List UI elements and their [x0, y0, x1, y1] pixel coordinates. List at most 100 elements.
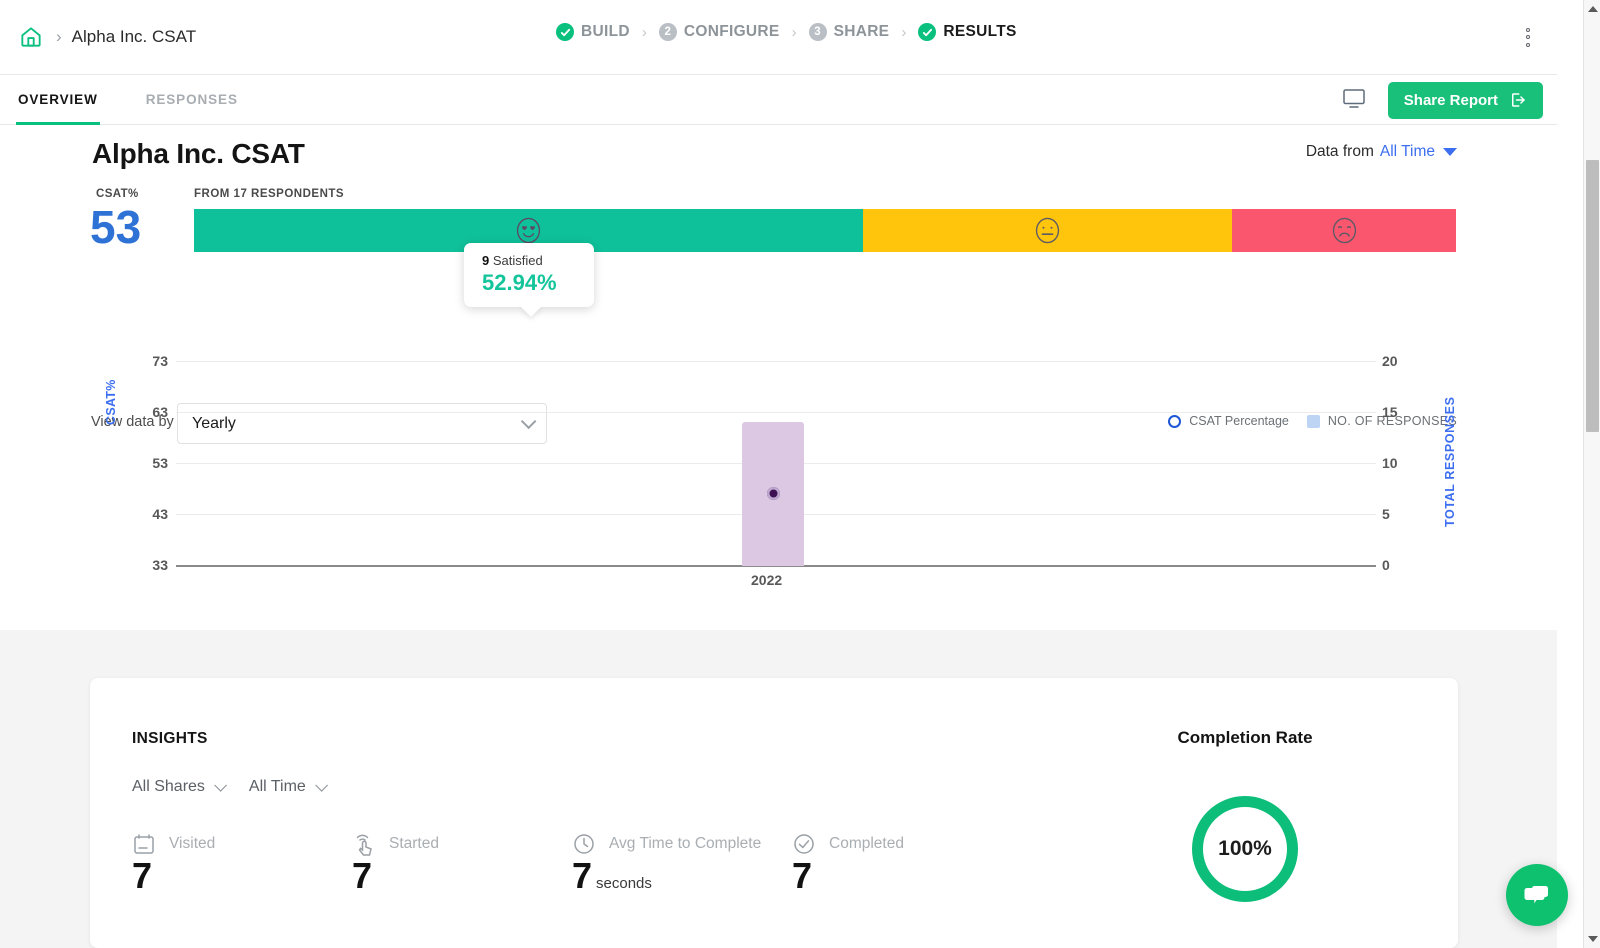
metric-value: 7 seconds [572, 856, 792, 896]
data-from-value: All Time [1379, 143, 1435, 160]
csat-chart: 73 63 53 43 33 20 15 10 5 0 2022 [0, 330, 1557, 605]
share-report-label: Share Report [1403, 91, 1498, 109]
insights-title: INSIGHTS [132, 730, 208, 747]
heart-eyes-smiley-icon [516, 217, 541, 244]
tooltip-count-label: 9 Satisfied [482, 253, 594, 268]
metric-value: 7 [132, 855, 153, 896]
step-number-badge: 3 [808, 23, 827, 41]
completion-rate-title: Completion Rate [1177, 728, 1313, 747]
data-from-prefix: Data from [1305, 143, 1374, 160]
vertical-scrollbar[interactable] [1583, 0, 1600, 948]
metric-number: 7 [572, 855, 593, 896]
filter-all-shares[interactable]: All Shares [132, 778, 227, 796]
filter-label: All Time [248, 778, 306, 795]
chat-bubbles-glyph [1524, 886, 1548, 904]
step-label: RESULTS [943, 23, 1017, 40]
metric-visited: Visited 7 [132, 830, 352, 896]
filter-label: All Shares [132, 778, 205, 795]
chat-bubble-icon[interactable] [1506, 864, 1568, 926]
calendar-icon [134, 834, 154, 854]
metric-value: 7 [352, 855, 373, 896]
external-link-icon [1512, 93, 1525, 107]
y-tick-left: 53 [152, 455, 168, 471]
gridline [176, 412, 1376, 413]
y-tick-left: 73 [152, 353, 168, 369]
filter-all-time[interactable]: All Time [248, 778, 328, 796]
chevron-down-icon [315, 778, 328, 792]
tab-bar-actions: Share Report [1340, 75, 1543, 125]
csat-score: 53 [90, 201, 142, 253]
tab-overview[interactable]: OVERVIEW [16, 75, 100, 125]
check-icon [918, 23, 937, 41]
insights-metrics: Visited 7 Started 7 Avg Time to Complete… [132, 830, 1012, 896]
scroll-up-arrow[interactable] [1584, 6, 1600, 12]
clock-icon [574, 834, 594, 854]
scroll-down-arrow[interactable] [1584, 936, 1600, 942]
step-label: CONFIGURE [683, 23, 780, 40]
check-circle-icon [794, 834, 814, 854]
y-tick-left: 63 [152, 404, 168, 420]
app-root: › Alpha Inc. CSAT BUILD › 2 CONFIGURE › … [0, 0, 1600, 948]
metric-started: Started 7 [352, 830, 572, 896]
sad-face-icon [1332, 217, 1356, 244]
sentiment-tooltip: 9 Satisfied 52.94% [464, 243, 594, 307]
y-tick-right: 20 [1382, 353, 1398, 369]
step-build[interactable]: BUILD [556, 23, 630, 41]
y-tick-right: 0 [1382, 557, 1390, 573]
csat-point-2022[interactable] [767, 487, 780, 500]
metric-label: Visited [169, 835, 216, 852]
step-chevron-icon: › [901, 23, 907, 41]
y-tick-right: 10 [1382, 455, 1398, 471]
home-icon[interactable] [14, 20, 48, 54]
respondents-caption: FROM 17 RESPONDENTS [194, 188, 345, 200]
tooltip-count: 9 [482, 253, 490, 268]
segment-neutral[interactable] [863, 209, 1232, 252]
breadcrumb-separator: › [56, 27, 62, 46]
monitor-icon[interactable] [1340, 86, 1368, 115]
sentiment-bar [194, 209, 1456, 252]
step-share[interactable]: 3 SHARE [808, 23, 890, 41]
share-report-button[interactable]: Share Report [1387, 81, 1543, 119]
gridline [176, 361, 1376, 362]
metric-label: Started [389, 835, 439, 852]
tooltip-sentiment: Satisfied [492, 253, 543, 268]
csat-caption: CSAT% [96, 188, 139, 200]
y-tick-left: 43 [152, 506, 168, 522]
y-tick-right: 15 [1382, 404, 1398, 420]
scrollbar-thumb[interactable] [1586, 160, 1599, 432]
chart-plot-area [176, 361, 1376, 596]
step-chevron-icon: › [791, 23, 797, 41]
metric-completed: Completed 7 [792, 830, 1012, 896]
insights-card: INSIGHTS All Shares All Time Visited 7 S… [90, 678, 1458, 948]
metric-unit: seconds [596, 875, 652, 892]
y-tick-left: 33 [152, 557, 168, 573]
y-axis-label-right: TOTAL RESPONSES [1443, 396, 1457, 527]
tab-responses[interactable]: RESPONSES [144, 75, 240, 125]
more-options-icon[interactable] [1517, 24, 1539, 50]
chevron-down-icon [214, 778, 227, 792]
step-configure[interactable]: 2 CONFIGURE [658, 23, 780, 41]
y-tick-right: 5 [1382, 506, 1390, 522]
metric-label: Avg Time to Complete [609, 835, 762, 852]
completion-rate-value: 100% [1218, 837, 1272, 860]
page-title: Alpha Inc. CSAT [92, 138, 305, 169]
insights-section: INSIGHTS All Shares All Time Visited 7 S… [0, 630, 1557, 948]
step-results[interactable]: RESULTS [918, 23, 1016, 41]
metric-value: 7 [792, 855, 813, 896]
step-number-badge: 2 [658, 23, 677, 41]
step-label: SHARE [833, 23, 890, 40]
neutral-face-icon [1035, 217, 1060, 244]
step-chevron-icon: › [641, 23, 647, 41]
breadcrumb-title[interactable]: Alpha Inc. CSAT [72, 27, 196, 47]
metric-avg-time: Avg Time to Complete 7 seconds [572, 830, 792, 896]
tap-click-icon [356, 834, 372, 856]
tab-bar: OVERVIEW RESPONSES Share Report [0, 75, 1557, 125]
completion-rate-donut: 100% [1192, 796, 1298, 902]
insights-filters: All Shares All Time [132, 778, 328, 796]
data-from-filter[interactable]: Data from All Time [1306, 143, 1457, 161]
x-tick-label: 2022 [751, 572, 783, 588]
check-icon [556, 23, 574, 41]
tooltip-percent: 52.94% [482, 270, 557, 295]
segment-dissatisfied[interactable] [1232, 209, 1456, 252]
completion-rate-widget: Completion Rate 100% [1120, 728, 1370, 902]
